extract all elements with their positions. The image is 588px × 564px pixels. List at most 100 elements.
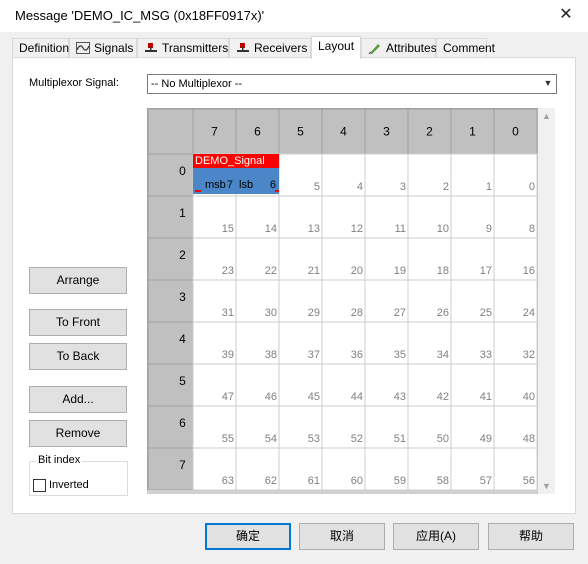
column-header-label: 7	[211, 125, 218, 139]
row-header-label: 5	[179, 374, 186, 388]
bit-number: 5	[314, 181, 320, 193]
row-header	[148, 363, 194, 407]
row-header	[148, 447, 194, 491]
bit-number: 48	[523, 433, 535, 445]
receiver-icon	[237, 43, 249, 52]
bit-number: 20	[351, 265, 363, 277]
tab-receivers[interactable]: Receivers	[229, 38, 311, 58]
bit-number: 61	[308, 475, 320, 487]
bit-number: 29	[308, 307, 320, 319]
inverted-checkbox[interactable]	[33, 479, 46, 492]
column-header-label: 4	[340, 125, 347, 139]
tab-layout[interactable]: Layout	[311, 36, 361, 59]
tab-label: Signals	[94, 41, 134, 55]
chevron-down-icon[interactable]: ▼	[539, 75, 556, 93]
lsb-label: lsb	[239, 179, 253, 191]
bit-number: 12	[351, 223, 363, 235]
bit-number: 16	[523, 265, 535, 277]
bit-number: 51	[394, 433, 406, 445]
bit-number: 57	[480, 475, 492, 487]
bit-number: 4	[357, 181, 363, 193]
tab-signals[interactable]: Signals	[69, 38, 137, 58]
grid-corner-cell	[148, 109, 194, 155]
tab-label: Comment	[443, 41, 496, 55]
bit-number: 25	[480, 307, 492, 319]
bit-number: 0	[529, 181, 535, 193]
transmitter-icon	[145, 43, 157, 52]
column-header-label: 2	[426, 125, 433, 139]
signal-name: DEMO_Signal	[195, 155, 265, 167]
tab-transmitters[interactable]: Transmitters	[137, 38, 229, 58]
bit-number: 55	[222, 433, 234, 445]
tab-attributes[interactable]: Attributes	[361, 38, 437, 58]
horizontal-scrollbar[interactable]	[147, 490, 538, 494]
remove-button[interactable]: Remove	[29, 420, 127, 447]
bit-number: 44	[351, 391, 363, 403]
bit-number: 27	[394, 307, 406, 319]
lsb-bit-number: 6	[270, 179, 276, 191]
bit-number: 15	[222, 223, 234, 235]
to-front-button[interactable]: To Front	[29, 309, 127, 336]
bit-number: 21	[308, 265, 320, 277]
tab-definition[interactable]: Definition	[12, 38, 69, 58]
row-header-label: 4	[179, 332, 186, 346]
close-icon[interactable]: ✕	[552, 4, 580, 26]
bit-index-legend: Bit index	[36, 454, 83, 466]
scroll-up-icon[interactable]: ▲	[538, 108, 555, 124]
bit-number: 2	[443, 181, 449, 193]
ok-button[interactable]: 确定	[205, 523, 291, 550]
bit-number: 19	[394, 265, 406, 277]
bit-number: 28	[351, 307, 363, 319]
row-header	[148, 153, 194, 197]
lsb-marker	[275, 190, 279, 192]
bit-number: 14	[265, 223, 277, 235]
apply-button[interactable]: 应用(A)	[393, 523, 479, 550]
bit-number: 39	[222, 349, 234, 361]
bit-number: 43	[394, 391, 406, 403]
inverted-label: Inverted	[49, 479, 89, 491]
bit-number: 46	[265, 391, 277, 403]
column-header-label: 3	[383, 125, 390, 139]
bit-number: 50	[437, 433, 449, 445]
bit-number: 17	[480, 265, 492, 277]
msb-label: msb	[205, 179, 226, 191]
arrange-button[interactable]: Arrange	[29, 267, 127, 294]
bit-number: 22	[265, 265, 277, 277]
bit-number: 13	[308, 223, 320, 235]
bit-number: 8	[529, 223, 535, 235]
layout-grid: 7 6 5 4 3 2 1 0 0 5 4 3 2 1 0 1 15 14 13 12 11 10 9 8 2 23 22 21 20 1…	[147, 108, 555, 494]
bit-number: 3	[400, 181, 406, 193]
scroll-down-icon[interactable]: ▼	[538, 478, 555, 494]
to-back-button[interactable]: To Back	[29, 343, 127, 370]
multiplexor-label: Multiplexor Signal:	[29, 77, 119, 89]
bit-number: 54	[265, 433, 277, 445]
row-header	[148, 237, 194, 281]
tab-comment[interactable]: Comment	[436, 38, 495, 58]
bit-number: 26	[437, 307, 449, 319]
cancel-button[interactable]: 取消	[299, 523, 385, 550]
help-button[interactable]: 帮助	[488, 523, 574, 550]
row-header-label: 7	[179, 458, 186, 472]
bit-number: 36	[351, 349, 363, 361]
bit-number: 33	[480, 349, 492, 361]
bit-number: 53	[308, 433, 320, 445]
layout-grid-canvas: 7 6 5 4 3 2 1 005 4 3 2 1 0115 14 13 12 11 10 9 8223 22 21 20 1…	[148, 109, 538, 491]
add-button[interactable]: Add...	[29, 386, 127, 413]
bit-number: 62	[265, 475, 277, 487]
title-bar: Message 'DEMO_IC_MSG (0x18FF0917x)' ✕	[0, 0, 588, 32]
bit-number: 30	[265, 307, 277, 319]
bit-number: 23	[222, 265, 234, 277]
bit-number: 40	[523, 391, 535, 403]
vertical-scrollbar[interactable]: ▲ ▼	[538, 108, 555, 494]
tab-label: Receivers	[254, 41, 308, 55]
multiplexor-select[interactable]: -- No Multiplexor -- ▼	[147, 74, 557, 94]
bit-number: 34	[437, 349, 449, 361]
bit-number: 38	[265, 349, 277, 361]
bit-number: 45	[308, 391, 320, 403]
bit-number: 18	[437, 265, 449, 277]
row-header-label: 2	[179, 248, 186, 262]
row-header-label: 3	[179, 290, 186, 304]
bit-number: 9	[486, 223, 492, 235]
row-header-label: 6	[179, 416, 186, 430]
bit-number: 41	[480, 391, 492, 403]
